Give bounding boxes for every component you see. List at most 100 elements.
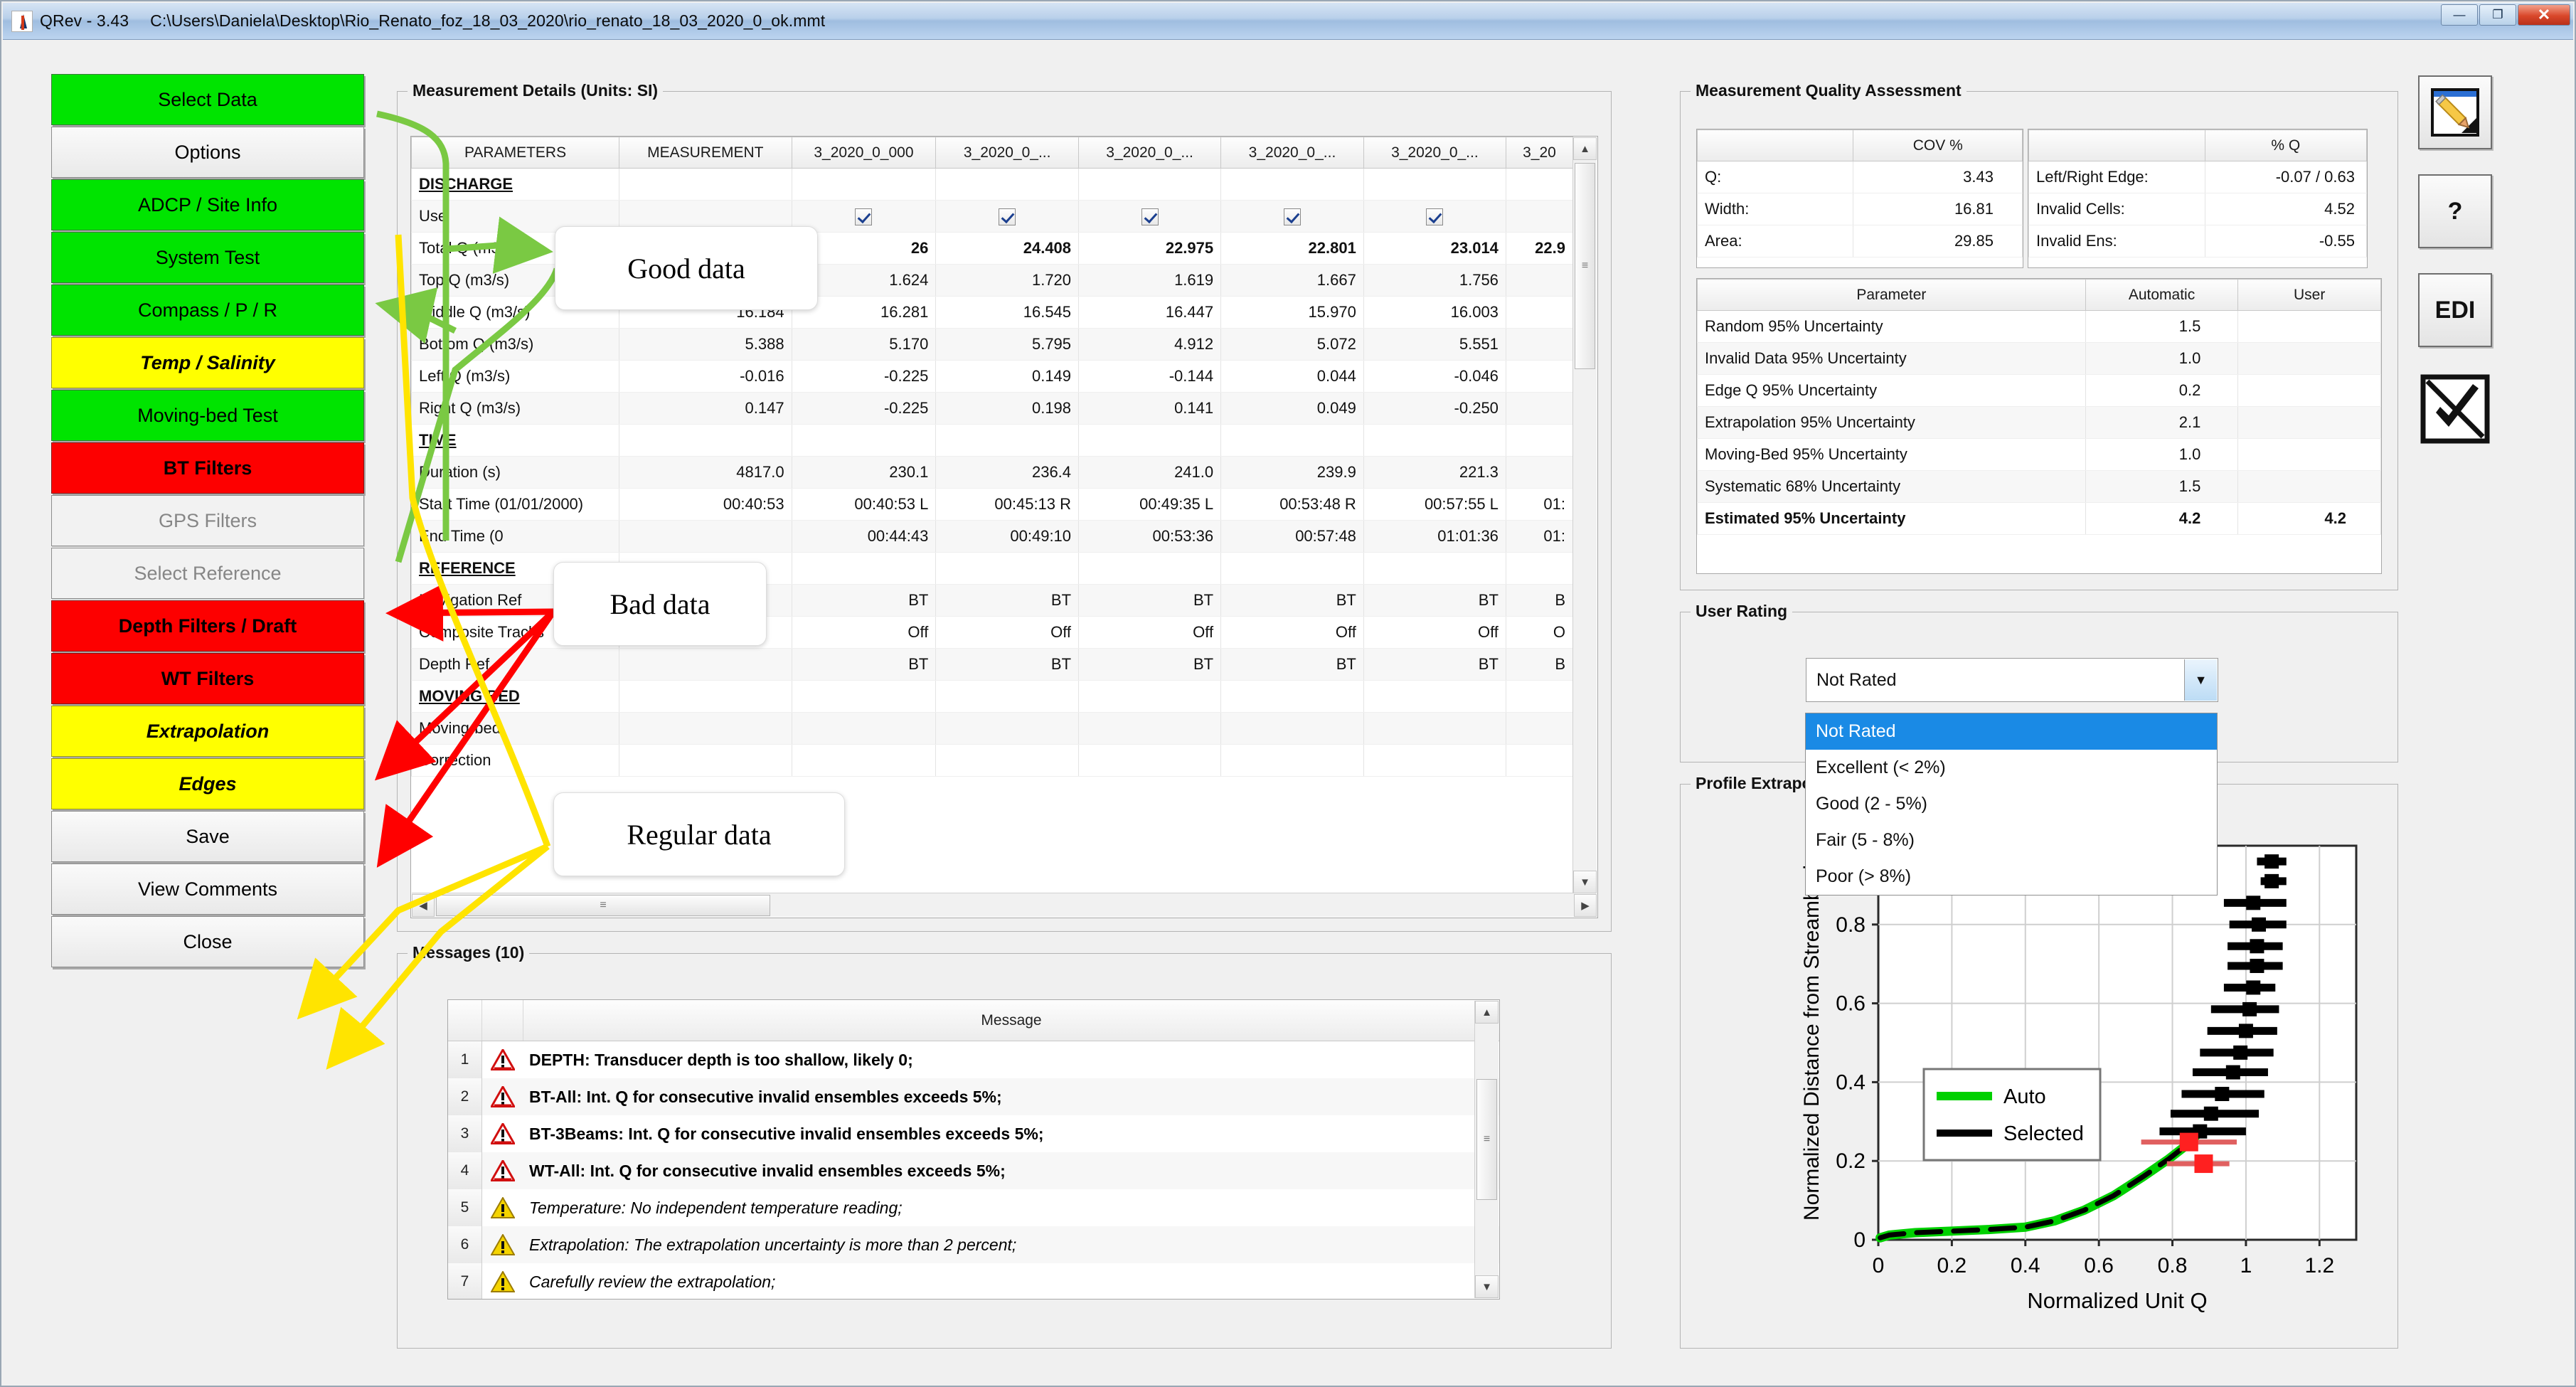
unc-user[interactable] [2237,342,2381,375]
list-item[interactable]: 1 DEPTH: Transducer depth is too shallow,… [448,1041,1499,1078]
list-item[interactable]: 2 BT-All: Int. Q for consecutive invalid … [448,1078,1499,1115]
md-col-header[interactable]: 3_20 [1505,137,1573,169]
unc-user[interactable]: 4.2 [2237,502,2381,535]
sidebar-item-gps-filters[interactable]: GPS Filters [51,495,364,546]
dropdown-option[interactable]: Fair (5 - 8%) [1806,822,2217,859]
table-row[interactable]: Bottom Q (m3/s) 5.388 5.170 5.795 4.912 5.072… [411,328,1573,361]
md-col-header[interactable]: MEASUREMENT [619,137,792,169]
use-checkbox[interactable] [1426,208,1444,226]
sidebar-item-label: Select Data [158,88,257,110]
use-checkbox[interactable] [999,208,1016,226]
md-cell[interactable] [1078,200,1222,233]
unc-user[interactable] [2237,310,2381,343]
md-col-header[interactable]: 3_2020_0_... [1220,137,1364,169]
list-item[interactable]: 7 Carefully review the extrapolation; [448,1263,1499,1299]
table-row[interactable]: MOVING BED [411,680,1573,713]
close-window-button[interactable]: ✕ [2518,4,2570,26]
notes-pencil-icon-button[interactable] [2418,75,2492,149]
unc-user[interactable] [2237,406,2381,439]
scroll-left-arrow[interactable]: ◀ [412,893,435,917]
sidebar-item-extrapolation[interactable]: Extrapolation [51,706,364,757]
unc-user[interactable] [2237,374,2381,407]
sidebar-item-select-data[interactable]: Select Data [51,74,364,125]
use-checkbox[interactable] [1141,208,1159,226]
sidebar-item-wt-filters[interactable]: WT Filters [51,653,364,704]
minimize-button[interactable]: — [2441,4,2478,26]
measurement-details-vscrollbar[interactable]: ▲ ≡ ▼ [1572,137,1597,893]
list-item[interactable]: 5 Temperature: No independent temperature… [448,1189,1499,1226]
edi-button[interactable]: EDI [2418,273,2492,347]
messages-vscrollbar[interactable]: ▲ ≡ ▼ [1474,1001,1499,1298]
maximize-button[interactable]: ❐ [2479,4,2516,26]
md-col-header[interactable]: 3_2020_0_... [935,137,1080,169]
user-rating-dropdown-list[interactable]: Not Rated Excellent (< 2%) Good (2 - 5%) Fa… [1805,713,2218,896]
md-col-header[interactable]: 3_2020_0_... [1363,137,1506,169]
table-row[interactable]: Start Time (01/01/2000) 00:40:53 00:40:53 … [411,488,1573,521]
unc-user[interactable] [2237,438,2381,471]
sidebar-item-compass-p-r[interactable]: Compass / P / R [51,285,364,336]
dropdown-option[interactable]: Not Rated [1806,713,2217,750]
sidebar-item-temp-salinity[interactable]: Temp / Salinity [51,337,364,388]
unc-user[interactable] [2237,470,2381,503]
table-row[interactable]: Invalid Data 95% Uncertainty 1.0 [1697,342,2381,375]
sidebar-item-edges[interactable]: Edges [51,758,364,809]
md-cell [1220,552,1364,585]
table-row[interactable]: Duration (s) 4817.0 230.1 236.4 241.0 239.9 22… [411,456,1573,489]
md-cell[interactable] [935,200,1080,233]
measurement-details-hscrollbar[interactable]: ◀ ≡ ▶ [412,893,1597,917]
md-col-header[interactable]: PARAMETERS [411,137,620,169]
user-rating-combo[interactable]: Not Rated ▼ [1806,658,2218,702]
sidebar-item-depth-filters-draft[interactable]: Depth Filters / Draft [51,600,364,652]
sidebar-item-view-comments[interactable]: View Comments [51,863,364,915]
chevron-down-icon[interactable]: ▼ [2184,659,2217,701]
sidebar-item-bt-filters[interactable]: BT Filters [51,442,364,494]
md-col-header[interactable]: 3_2020_0_... [1078,137,1222,169]
table-row[interactable]: Depth Ref BT BT BT BT BT B [411,648,1573,681]
table-row[interactable]: Right Q (m3/s) 0.147 -0.225 0.198 0.141 0.049… [411,392,1573,425]
table-row[interactable]: DISCHARGE [411,168,1573,201]
messages-grid[interactable]: Message 1 DEPTH: Transducer depth is too … [447,999,1500,1300]
messages-vscroll-thumb[interactable]: ≡ [1476,1079,1497,1200]
sidebar-item-select-reference[interactable]: Select Reference [51,548,364,599]
md-cell[interactable] [1363,200,1506,233]
scroll-up-arrow[interactable]: ▲ [1573,137,1597,160]
vscroll-thumb[interactable]: ≡ [1575,163,1595,369]
hscroll-thumb[interactable]: ≡ [436,894,770,916]
sidebar-item-system-test[interactable]: System Test [51,232,364,283]
scroll-down-arrow[interactable]: ▼ [1573,871,1597,893]
table-row[interactable]: Systematic 68% Uncertainty 1.5 [1697,470,2381,503]
sidebar-item-moving-bed-test[interactable]: Moving-bed Test [51,390,364,441]
table-row[interactable]: Left Q (m3/s) -0.016 -0.225 0.149 -0.144 0.04… [411,360,1573,393]
table-row[interactable]: Correction [411,744,1573,777]
messages-scroll-down-arrow[interactable]: ▼ [1475,1275,1499,1298]
md-cell[interactable] [1220,200,1364,233]
sidebar-item-adcp-site-info[interactable]: ADCP / Site Info [51,179,364,230]
check-x-button[interactable] [2418,372,2492,446]
table-row[interactable]: Random 95% Uncertainty 1.5 [1697,310,2381,343]
table-row[interactable]: Moving-Bed 95% Uncertainty 1.0 [1697,438,2381,471]
dropdown-option[interactable]: Poor (> 8%) [1806,859,2217,895]
md-col-header[interactable]: 3_2020_0_000 [791,137,937,169]
sidebar-item-options[interactable]: Options [51,127,364,178]
dropdown-option[interactable]: Good (2 - 5%) [1806,786,2217,822]
table-row[interactable]: End Time (0 00:44:43 00:49:10 00:53:36 00:57… [411,520,1573,553]
table-row[interactable]: Edge Q 95% Uncertainty 0.2 [1697,374,2381,407]
sidebar-item-save[interactable]: Save [51,811,364,862]
dropdown-option[interactable]: Excellent (< 2%) [1806,750,2217,786]
list-item[interactable]: 4 WT-All: Int. Q for consecutive invalid … [448,1152,1499,1189]
table-row[interactable]: TIME [411,424,1573,457]
list-item[interactable]: 6 Extrapolation: The extrapolation uncert… [448,1226,1499,1263]
use-checkbox[interactable] [855,208,873,226]
help-question-button[interactable]: ? [2418,174,2492,248]
scroll-right-arrow[interactable]: ▶ [1574,893,1597,917]
list-item[interactable]: 3 BT-3Beams: Int. Q for consecutive inval… [448,1115,1499,1152]
sidebar-item-close[interactable]: Close [51,916,364,967]
table-row[interactable]: Estimated 95% Uncertainty 4.2 4.2 [1697,502,2381,535]
message-text: BT-All: Int. Q for consecutive invalid e… [529,1087,1002,1106]
md-cell[interactable] [1505,200,1573,233]
table-row[interactable]: Extrapolation 95% Uncertainty 2.1 [1697,406,2381,439]
use-checkbox[interactable] [1283,208,1301,226]
md-cell: BT [791,584,937,617]
messages-scroll-up-arrow[interactable]: ▲ [1475,1001,1499,1024]
table-row[interactable]: Moving-bed [411,712,1573,745]
